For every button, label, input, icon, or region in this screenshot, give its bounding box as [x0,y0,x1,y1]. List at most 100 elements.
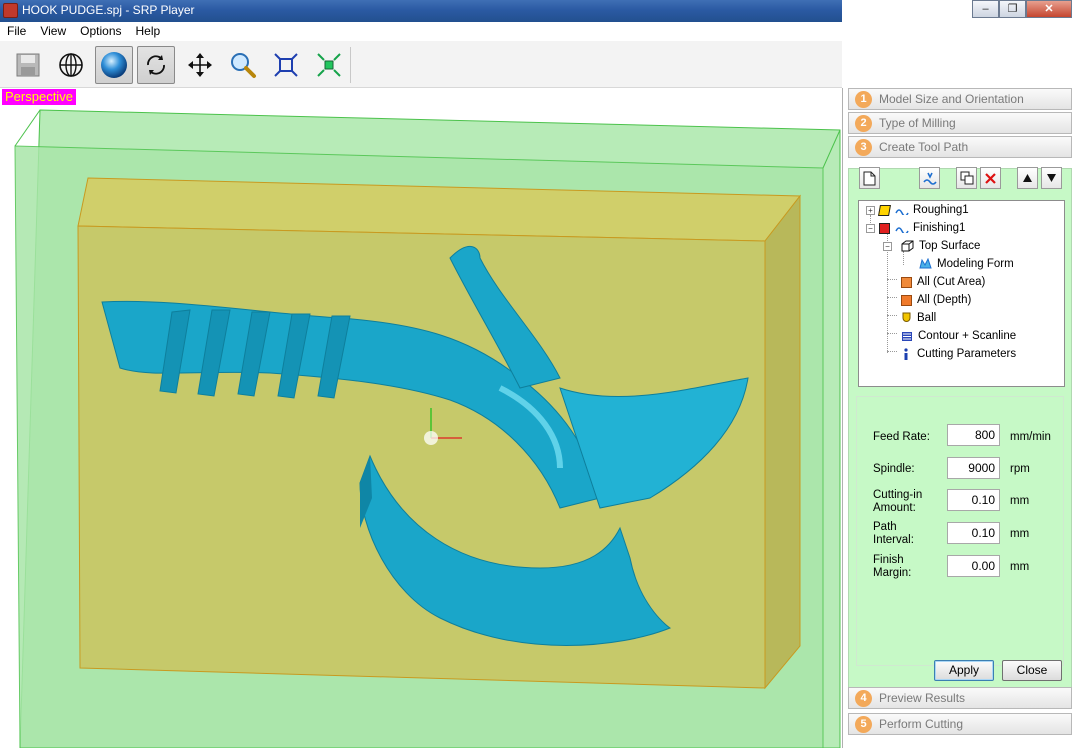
delete-path-button[interactable] [980,167,1001,189]
tree-item-cutting-parameters[interactable]: Cutting Parameters [901,346,1016,362]
toolbar-separator [350,47,351,83]
tree-item-contour-scanline[interactable]: Contour + Scanline [901,328,1016,344]
step-type-of-milling[interactable]: 2 Type of Milling [848,112,1072,134]
path-interval-unit: mm [1010,528,1030,540]
depth-icon [901,294,912,306]
spindle-input[interactable]: 9000 [947,457,1000,479]
contour-icon [902,331,912,341]
step-label: Create Tool Path [879,140,969,154]
form-icon [919,258,932,269]
step-label: Preview Results [879,691,966,705]
finish-margin-input[interactable]: 0.00 [947,555,1000,577]
rotate-button[interactable] [137,46,175,84]
menu-options[interactable]: Options [73,22,128,41]
tree-item-label: Finishing1 [913,222,966,234]
menu-bar: File View Options Help [0,22,842,41]
step-preview-results[interactable]: 4 Preview Results [848,687,1072,709]
app-icon [3,3,18,18]
tree-item-modeling-form[interactable]: Modeling Form [919,256,1014,272]
zoom-button[interactable] [224,46,262,84]
expand-roughing-toggle[interactable]: + [866,206,875,215]
path-interval-label: Path Interval: [873,521,914,546]
finish-margin-label: Finish Margin: [873,554,912,579]
step-number-icon: 2 [855,114,872,132]
shaded-view-button[interactable] [95,46,133,84]
pan-icon [188,53,212,77]
step-label: Type of Milling [879,116,956,130]
tree-item-label: Roughing1 [913,204,969,216]
menu-file[interactable]: File [0,22,33,41]
feed-rate-label: Feed Rate: [873,431,930,443]
move-down-button[interactable] [1041,167,1062,189]
view-mode-label[interactable]: Perspective [2,89,76,105]
sphere-icon [101,52,127,78]
3d-viewport[interactable]: Perspective [0,88,843,748]
close-window-button[interactable]: ✕ [1026,0,1072,18]
cutting-in-amount-input[interactable]: 0.10 [947,489,1000,511]
step-number-icon: 1 [855,90,872,108]
globe-icon [59,53,83,77]
finishing-flag-icon [879,222,890,234]
new-path-button[interactable] [859,167,880,189]
globe-button[interactable] [52,46,90,84]
rotate-icon [147,55,165,75]
tree-item-label: Top Surface [919,240,981,252]
surface-icon [901,240,914,252]
save-button[interactable] [9,46,47,84]
move-up-button[interactable] [1017,167,1038,189]
save-icon [16,53,40,77]
path-icon [895,209,909,215]
minimize-button[interactable]: – [972,0,999,18]
step-model-size[interactable]: 1 Model Size and Orientation [848,88,1072,110]
pan-button[interactable] [181,46,219,84]
copy-path-button[interactable] [956,167,977,189]
fit-view-button[interactable] [267,46,305,84]
edit-path-button[interactable] [919,167,940,189]
step-perform-cutting[interactable]: 5 Perform Cutting [848,713,1072,735]
close-button[interactable]: Close [1002,660,1062,681]
fit-icon [274,53,298,77]
tool-path-tree[interactable]: + − − Roughing1 Finishing1 Top Surface M… [858,200,1065,387]
tree-item-finishing1[interactable]: Finishing1 [879,220,965,236]
center-icon [317,53,341,77]
ball-tool-icon [902,312,911,322]
title-bar: HOOK PUDGE.spj - SRP Player – ❐ ✕ [0,0,1076,22]
center-view-button[interactable] [310,46,348,84]
zoom-icon [231,53,256,78]
restore-button[interactable]: ❐ [999,0,1026,18]
arrow-down-icon [1047,174,1056,182]
step-label: Perform Cutting [879,717,964,731]
tree-item-top-surface[interactable]: Top Surface [901,238,980,254]
tree-item-depth[interactable]: All (Depth) [901,292,971,308]
tree-item-ball[interactable]: Ball [901,310,936,326]
cutting-in-amount-label: Cutting-in Amount: [873,489,923,514]
step-create-tool-path[interactable]: 3 Create Tool Path [848,136,1072,158]
step-number-icon: 4 [855,689,872,707]
copy-icon [960,171,973,185]
finish-margin-unit: mm [1010,561,1030,573]
tree-item-label: Contour + Scanline [918,330,1017,342]
step-number-icon: 5 [855,715,872,733]
tree-item-label: Ball [917,312,937,324]
path-interval-input[interactable]: 0.10 [947,522,1000,544]
spindle-unit: rpm [1010,463,1030,475]
collapse-finishing-toggle[interactable]: − [866,224,875,233]
apply-button[interactable]: Apply [934,660,994,681]
tree-item-cut-area[interactable]: All (Cut Area) [901,274,985,290]
steps-panel: 1 Model Size and Orientation 2 Type of M… [846,88,1076,748]
menu-help[interactable]: Help [129,22,168,41]
feed-rate-input[interactable]: 800 [947,424,1000,446]
tree-item-label: All (Cut Area) [917,276,986,288]
scene-svg [14,109,841,748]
path-icon [895,227,909,233]
feed-rate-unit: mm/min [1010,431,1051,443]
arrow-up-icon [1023,174,1032,182]
toolbar [0,41,842,88]
collapse-top-surface-toggle[interactable]: − [883,242,892,251]
path-settings-icon [922,172,937,185]
stock-side [764,194,801,690]
tree-item-roughing1[interactable]: Roughing1 [878,202,969,218]
menu-view[interactable]: View [33,22,73,41]
tree-item-label: Modeling Form [937,258,1014,270]
info-icon [904,348,908,360]
